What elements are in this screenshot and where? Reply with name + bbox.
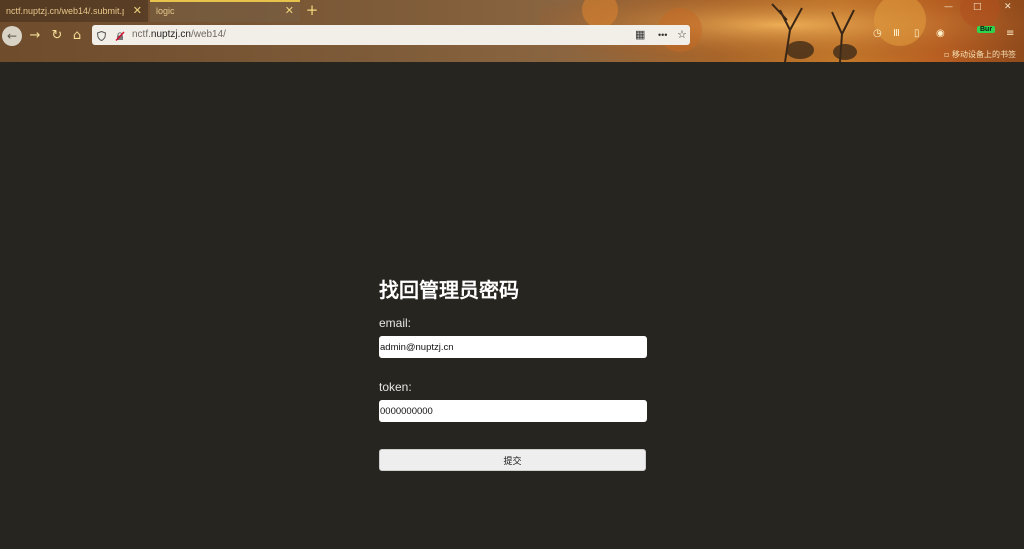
tab-title: logic <box>156 6 175 16</box>
star-icon[interactable]: ☆ <box>677 25 687 45</box>
tab-logic[interactable]: logic ✕ <box>150 0 300 22</box>
mobile-bookmarks-label: 移动设备上的书签 <box>952 50 1016 59</box>
forward-icon[interactable]: → <box>25 26 45 46</box>
maximize-icon[interactable]: □ <box>973 2 982 12</box>
submit-button[interactable]: 提交 <box>379 449 646 471</box>
burp-extension-badge[interactable]: Bur <box>977 26 996 33</box>
account-icon[interactable]: ◉ <box>936 28 945 39</box>
url-prefix: nctf. <box>132 29 151 40</box>
new-tab-button[interactable]: + <box>304 0 320 22</box>
library-icon[interactable]: Ⅲ <box>893 28 900 39</box>
token-field[interactable] <box>379 400 647 422</box>
close-icon[interactable]: ✕ <box>285 2 294 20</box>
address-bar[interactable]: nctf.nuptzj.cn/web14/ ▦ ••• ☆ <box>92 25 690 45</box>
url-host: nuptzj.cn <box>150 29 191 40</box>
timer-icon[interactable]: ◷ <box>873 28 882 39</box>
insecure-lock-icon[interactable] <box>115 25 125 45</box>
reload-icon[interactable]: ↻ <box>47 26 67 46</box>
url-path: /web14/ <box>190 29 226 40</box>
navigation-toolbar: ← → ↻ ⌂ nctf.nuptzj.cn/web14/ ▦ ••• ☆ ◷ … <box>0 22 1024 50</box>
mobile-bookmarks[interactable]: ▫ 移动设备上的书签 <box>944 48 1016 62</box>
more-icon[interactable]: ••• <box>658 25 667 45</box>
token-label: token: <box>379 380 412 394</box>
browser-chrome: nctf.nuptzj.cn/web14/.submit.php ✕ logic… <box>0 0 1024 62</box>
close-icon[interactable]: ✕ <box>133 0 142 22</box>
tab-submit[interactable]: nctf.nuptzj.cn/web14/.submit.php ✕ <box>0 0 148 22</box>
home-icon[interactable]: ⌂ <box>67 26 87 46</box>
menu-icon[interactable]: ≡ <box>1006 28 1014 39</box>
page-title: 找回管理员密码 <box>379 278 519 302</box>
tab-strip: nctf.nuptzj.cn/web14/.submit.php ✕ logic… <box>0 0 1024 22</box>
minimize-icon[interactable]: — <box>944 2 953 12</box>
window-close-icon[interactable]: ✕ <box>1004 2 1012 12</box>
back-icon[interactable]: ← <box>2 26 22 46</box>
email-label: email: <box>379 316 412 330</box>
shield-icon[interactable] <box>96 25 107 45</box>
folder-icon: ▫ <box>944 50 952 59</box>
bookmarks-toolbar: ▫ 移动设备上的书签 <box>0 48 1024 62</box>
sidebar-icon[interactable]: ▯ <box>914 28 920 39</box>
url-text: nctf.nuptzj.cn/web14/ <box>132 25 226 45</box>
tab-title: nctf.nuptzj.cn/web14/.submit.php <box>6 6 124 16</box>
qr-icon[interactable]: ▦ <box>635 25 645 45</box>
email-field[interactable] <box>379 336 647 358</box>
